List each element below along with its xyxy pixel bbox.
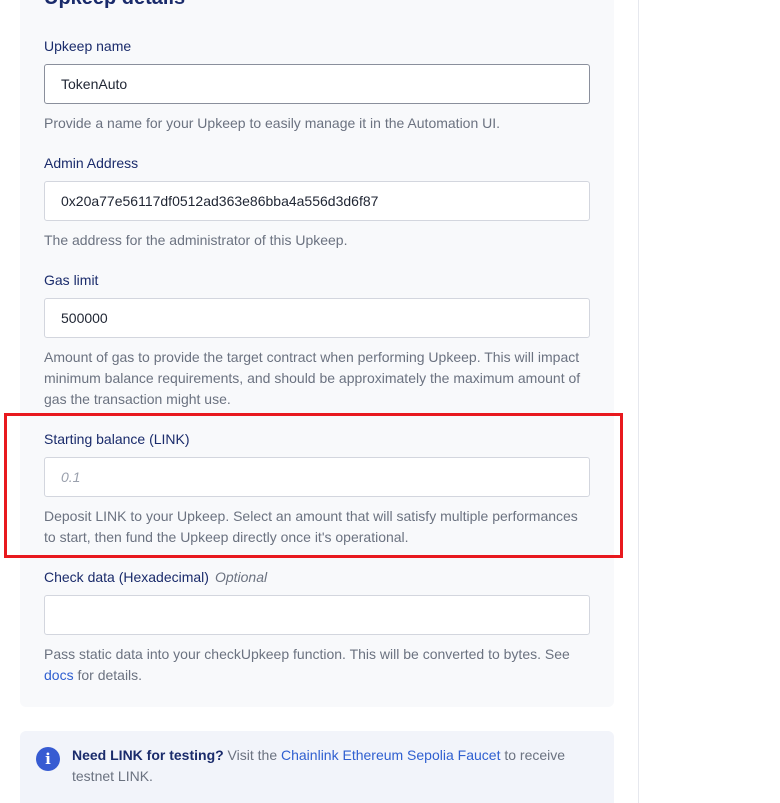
docs-link[interactable]: docs (44, 667, 74, 683)
right-divider (638, 0, 639, 803)
upkeep-name-help: Provide a name for your Upkeep to easily… (44, 115, 501, 131)
info-text-before: Visit the (223, 747, 281, 763)
check-data-field: Check data (Hexadecimal) Optional Pass st… (44, 568, 590, 686)
gas-limit-label: Gas limit (44, 272, 99, 288)
upkeep-details-card: Upkeep details Upkeep name Provide a nam… (20, 0, 614, 707)
info-bold: Need LINK for testing? (72, 747, 224, 763)
upkeep-name-label: Upkeep name (44, 38, 132, 54)
upkeep-name-field: Upkeep name Provide a name for your Upke… (44, 37, 590, 134)
starting-balance-field: Starting balance (LINK) Deposit LINK to … (44, 430, 590, 548)
check-data-help: Pass static data into your checkUpkeep f… (44, 644, 590, 686)
check-data-label-row: Check data (Hexadecimal) Optional (44, 568, 590, 586)
page: Upkeep details Upkeep name Provide a nam… (0, 0, 780, 803)
upkeep-name-input[interactable] (44, 64, 590, 104)
gas-limit-help: Amount of gas to provide the target cont… (44, 349, 581, 407)
starting-balance-input[interactable] (44, 457, 590, 497)
admin-address-input[interactable] (44, 181, 590, 221)
faucet-link[interactable]: Chainlink Ethereum Sepolia Faucet (281, 747, 500, 763)
check-data-input[interactable] (44, 595, 590, 635)
check-data-help-tail: for details. (73, 667, 143, 683)
optional-tag: Optional (214, 569, 268, 585)
info-text: Need LINK for testing? Visit the Chainli… (72, 745, 582, 787)
info-banner: i Need LINK for testing? Visit the Chain… (20, 731, 614, 803)
check-data-help-text: Pass static data into your checkUpkeep f… (44, 646, 570, 662)
admin-address-help: The address for the administrator of thi… (44, 232, 348, 248)
check-data-label: Check data (Hexadecimal) (44, 569, 209, 585)
info-icon: i (36, 747, 60, 771)
admin-address-label: Admin Address (44, 155, 139, 171)
starting-balance-help: Deposit LINK to your Upkeep. Select an a… (44, 508, 578, 545)
gas-limit-input[interactable] (44, 298, 590, 338)
section-title: Upkeep details (44, 0, 185, 12)
admin-address-field: Admin Address The address for the admini… (44, 154, 590, 251)
starting-balance-label: Starting balance (LINK) (44, 431, 190, 447)
gas-limit-field: Gas limit Amount of gas to provide the t… (44, 271, 590, 410)
